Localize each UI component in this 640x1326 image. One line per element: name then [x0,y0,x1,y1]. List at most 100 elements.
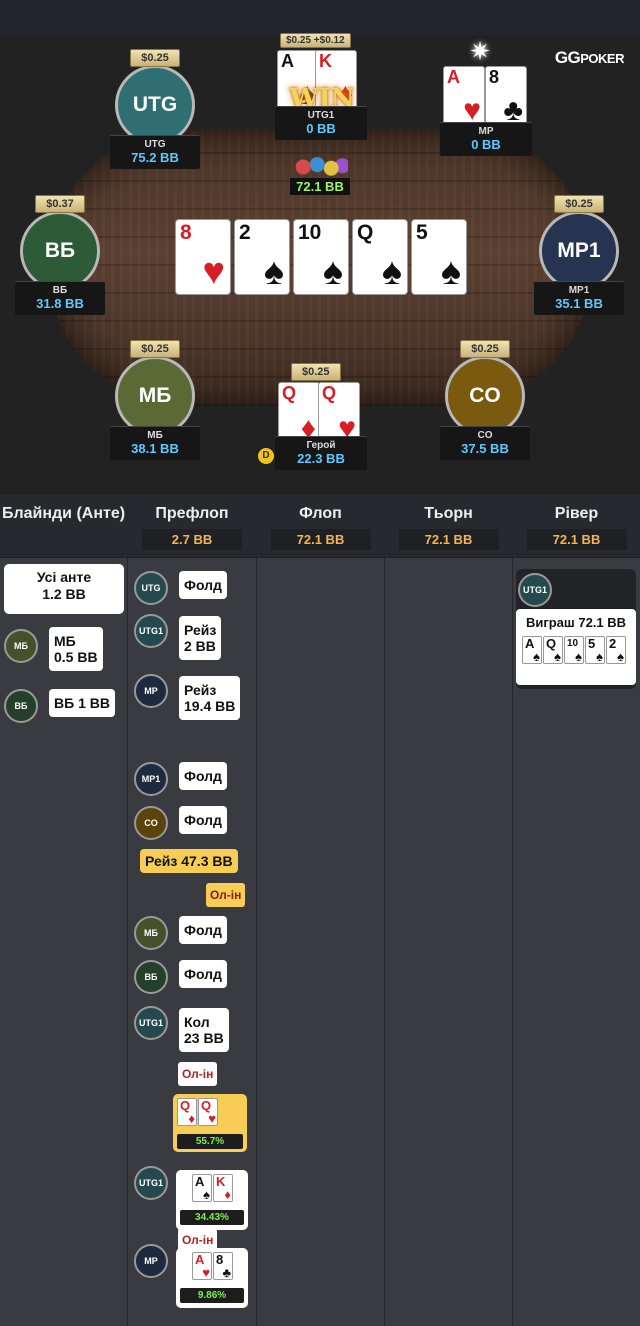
equity-value: 34.43% [180,1210,244,1225]
action-bubble: Рейз 2 BB [179,616,222,660]
card-rank: 5 [588,636,596,651]
action-bubble: Фолд [179,916,227,944]
column-pot: 72.1 BB [526,529,627,550]
seat-utg[interactable]: $0.25 UTG UTG 75.2 BB [110,48,200,169]
column-body [385,558,512,1326]
board-card-4: Q ♠ [352,219,408,295]
board-card-1: 8 ♥ [175,219,231,295]
hero-equity-box: Q ♦ Q ♥ 55.7% [173,1094,247,1152]
nameplate: Герой 22.3 BB [275,436,367,470]
logo-sub: POKER [580,51,624,66]
mini-card: Q ♦ [177,1098,197,1126]
mini-card: Q ♠ [543,636,563,664]
position-badge: UTG1 [134,1006,168,1040]
bet-chip: $0.25 [554,195,604,213]
seat-name: MP [478,126,494,137]
sparkle-icon: ✷ [469,36,491,66]
position-badge: ВБ [134,960,168,994]
position-badge: UTG [134,571,168,605]
card-suit: ♥ [202,1265,210,1280]
win-result: Виграш 72.1 BB A ♠ Q ♠ 10 ♠ 5 ♠ 2 ♠ [516,609,636,685]
nameplate: MP 0 BB [440,122,532,156]
column-pot: 2.7 BB [142,529,242,550]
action-label: Рейз [184,622,217,638]
column-title: Тьорн [424,505,473,522]
card-suit: ♠ [263,251,284,293]
bet-chip: $0.25 [130,49,180,67]
column-header: Префлоп 2.7 BB [128,494,256,558]
mp-hole-card-1: A ♥ [443,66,485,128]
action-amount: 2 BB [184,638,216,654]
seat-name: MP1 [568,285,590,296]
position-badge: UTG1 [134,1166,168,1200]
seat-co[interactable]: $0.25 CO CO 37.5 BB [440,339,530,460]
seat-name: UTG1 [307,110,335,121]
equity-value: 55.7% [177,1134,243,1149]
seat-mp1[interactable]: $0.25 MP1 MP1 35.1 BB [534,194,624,315]
column-turn: Тьорн 72.1 BB [385,494,513,1326]
position-badge: ВБ [4,689,38,723]
column-header: Тьорн 72.1 BB [385,494,512,558]
nameplate: UTG 75.2 BB [110,135,200,169]
bet-chip: $0.25 +$0.12 [280,33,351,48]
position-badge: MP1 [134,762,168,796]
action-amount: 19.4 BB [184,698,236,714]
action-bubble: ВБ 1 BB [49,689,115,717]
mp-equity-box: A ♥ 8 ♣ 9.86% [176,1248,248,1308]
column-title: Блайнди (Анте) [1,505,126,522]
position-badge: MP [134,1244,168,1278]
nameplate: CO 37.5 BB [440,426,530,460]
column-title: Префлоп [155,505,229,522]
board-card-2: 2 ♠ [234,219,290,295]
action-bubble: Фолд [179,806,227,834]
nameplate: UTG1 0 BB [275,106,367,140]
column-header: Рівер 72.1 BB [513,494,640,558]
seat-name: МБ [147,430,163,441]
ante-label: Усі анте [36,569,92,585]
seat-stack: 35.1 BB [555,296,603,311]
seat-sb[interactable]: $0.25 МБ МБ 38.1 BB [110,339,200,460]
column-header: Флоп 72.1 BB [257,494,384,558]
column-pot: 72.1 BB [270,529,371,550]
card-suit: ♠ [554,649,561,664]
ante-amount: 1.2 BB [42,586,86,602]
action-label: Кол [184,1014,210,1030]
river-win-box: UTG1 Виграш 72.1 BB A ♠ Q ♠ 10 ♠ 5 ♠ 2 ♠ [516,569,636,689]
card-rank: A [447,67,460,87]
seat-name: ВБ [52,285,68,296]
utg1-equity-box: A ♠ K ♦ 34.43% [176,1170,248,1230]
card-suit: ♠ [575,649,582,664]
mini-card: 2 ♠ [606,636,626,664]
board-card-3: 10 ♠ [293,219,349,295]
ante-bubble: Усі анте 1.2 BB [4,564,124,614]
card-rank: A [281,51,294,71]
hand-history: Блайнди (Анте) Усі анте 1.2 BB МБ МБ 0.5… [0,494,640,1326]
column-body [0,558,127,1326]
card-rank: Q [357,221,374,244]
card-suit: ♥ [208,1111,216,1126]
avatar: МБ [115,356,195,436]
mini-card: A ♠ [522,636,542,664]
seat-bb[interactable]: $0.37 ВБ ВБ 31.8 BB [15,194,105,315]
column-body [257,558,384,1326]
bet-chip: $0.37 [35,195,85,213]
card-suit: ♣ [222,1265,231,1280]
card-rank: Q [282,383,297,403]
mini-card: Q ♥ [198,1098,218,1126]
hand-replay-screen: GGPOKER $0.25 UTG UTG 75.2 BB $0.25 +$0.… [0,0,640,1326]
best-hand: A ♠ Q ♠ 10 ♠ 5 ♠ 2 ♠ [516,630,636,669]
avatar: UTG [115,65,195,145]
action-amount: 0.5 BB [54,649,98,665]
action-bubble: Фолд [179,762,227,790]
action-bubble: Кол 23 BB [179,1008,229,1052]
seat-stack: 0 BB [471,137,501,152]
action-amount: 23 BB [184,1030,224,1046]
mini-card: A ♥ [192,1252,212,1280]
seat-stack: 37.5 BB [461,441,509,456]
logo-brand: GG [554,48,581,67]
nameplate: МБ 38.1 BB [110,426,200,460]
column-blinds: Блайнди (Анте) Усі анте 1.2 BB МБ МБ 0.5… [0,494,128,1326]
column-title: Рівер [554,505,599,522]
seat-stack: 38.1 BB [131,441,179,456]
card-rank: 8 [489,67,500,87]
